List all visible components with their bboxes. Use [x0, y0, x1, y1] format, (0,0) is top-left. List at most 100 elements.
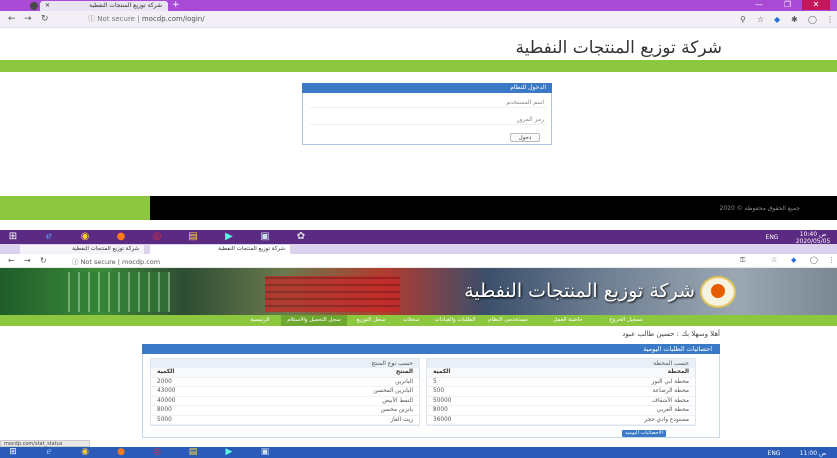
url-separator: |	[137, 15, 140, 23]
image-viewer-icon[interactable]: ▣	[256, 446, 274, 458]
product-cell: زيت الغاز	[250, 415, 419, 425]
table-row: 5000 زيت الغاز	[151, 415, 419, 425]
table-row: 500 محطة الرضاعة	[427, 386, 695, 397]
menu-icon[interactable]: ⋮	[826, 15, 834, 24]
tab-title: شركة توزيع المنتجات النفطية	[89, 2, 162, 9]
qty-cell: 40000	[151, 396, 251, 406]
table-row: 2000 البانزين	[151, 377, 419, 387]
firefox-icon[interactable]: ●	[112, 446, 130, 458]
star-icon[interactable]: ☆	[771, 256, 777, 264]
app-icon[interactable]: ✿	[292, 230, 310, 244]
not-secure-label: ⓘ Not secure	[88, 15, 135, 23]
table-row: 50000 محطة الأشقاف	[427, 396, 695, 406]
table-row: 40000 النفط الأبيض	[151, 396, 419, 406]
table-row: 36000 مستودع وادي حجر	[427, 415, 695, 425]
image-viewer-icon[interactable]: ▣	[256, 230, 274, 244]
logo-flame-icon	[711, 284, 725, 298]
ie-icon[interactable]: ℯ	[40, 230, 58, 244]
qty-header: الكمية	[427, 368, 521, 378]
puzzle-icon[interactable]: ✱	[791, 15, 798, 24]
back-icon[interactable]: ←	[8, 14, 16, 24]
url-text: mocdp.com	[122, 258, 161, 266]
nav-home[interactable]: الرئيسية	[243, 315, 277, 326]
browser2-tab-1[interactable]: شركة توزيع المنتجات النفطية	[20, 245, 144, 254]
new-tab-button[interactable]: +	[172, 1, 184, 10]
close-window-button[interactable]: ✕	[802, 0, 830, 10]
extension-icon[interactable]: ◆	[791, 256, 796, 264]
table-row: 5 محطة ابي النور	[427, 377, 695, 387]
nav-records[interactable]: سجلات	[395, 315, 427, 326]
qty-cell: 2000	[151, 377, 251, 387]
nav-distribution-log[interactable]: سجل التوزيع	[351, 315, 391, 326]
extension-icon[interactable]: ◆	[774, 15, 780, 24]
menu-icon[interactable]: ⋮	[828, 256, 835, 264]
browser2-tab-2[interactable]: شركة توزيع المنتجات النفطية	[150, 245, 290, 254]
zoom-icon[interactable]: ⚲	[740, 15, 746, 24]
login-box-title: الدخول للنظام	[302, 83, 552, 93]
product-cell: بانزين محسن	[250, 405, 419, 416]
ie-icon[interactable]: ℯ	[40, 446, 58, 458]
media-icon[interactable]: ▶	[220, 230, 238, 244]
back-icon[interactable]: ←	[8, 256, 15, 265]
forward-icon[interactable]: →	[24, 256, 31, 265]
browser-tab[interactable]: شركة توزيع المنتجات النفطية ✕	[40, 1, 168, 11]
nav-orders[interactable]: الطلبات والقيادات	[431, 315, 479, 326]
minimize-button[interactable]: —	[745, 0, 773, 10]
welcome-message: أهلا وسهلا بك : حسين طالب عبود	[622, 330, 720, 338]
pipes-graphic	[265, 276, 400, 312]
station-table: الكمية المحطة 5 محطة ابي النور 500 محطة …	[427, 368, 695, 425]
windows-start-icon[interactable]: ⊞	[4, 230, 22, 244]
url-input[interactable]: ⓘ Not secure | mocdp.com	[72, 256, 160, 266]
language-indicator[interactable]: ENG	[762, 450, 786, 457]
clock-time: 10:40 ص	[799, 231, 827, 238]
folder-icon[interactable]: ▤	[184, 446, 202, 458]
chrome-icon[interactable]: ◉	[76, 446, 94, 458]
url-input[interactable]: ⓘ Not secure | mocdp.com/login/	[88, 13, 708, 25]
forward-icon[interactable]: →	[24, 14, 32, 24]
nav-workspace[interactable]: حاضنة العمل	[537, 315, 599, 326]
daily-stats-button[interactable]: الاحصائيات اليومية	[622, 430, 666, 437]
nav-users[interactable]: مستخدمي النظام	[483, 315, 533, 326]
star-icon[interactable]: ☆	[757, 15, 764, 24]
nav-loading-log[interactable]: سجل التحميل والاستلام	[281, 315, 347, 326]
reload-icon[interactable]: ↻	[41, 14, 49, 24]
profile-icon[interactable]: ◯	[810, 256, 818, 264]
folder-icon[interactable]: ▤	[184, 230, 202, 244]
fuel-station-graphic	[60, 272, 170, 312]
login-button[interactable]: دخول	[510, 133, 540, 142]
table-header-row: الكمية المحطة	[427, 368, 695, 378]
close-tab-icon[interactable]: ✕	[45, 1, 50, 11]
url-separator: |	[117, 258, 120, 266]
password-input[interactable]: رمز المرور	[310, 114, 546, 125]
reload-icon[interactable]: ↻	[40, 256, 47, 265]
qty-header: الكمية	[151, 368, 251, 378]
nav-logout[interactable]: تسجيل الخروج	[603, 315, 649, 326]
taskbar-clock: 10:40 ص 2020/05/05	[790, 231, 836, 245]
media-icon[interactable]: ▶	[220, 446, 238, 458]
table-header-row: الكمية المنتج	[151, 368, 419, 378]
key-icon[interactable]: ⚿	[740, 256, 745, 265]
qty-cell: 50000	[427, 396, 521, 406]
maximize-button[interactable]: ❐	[773, 0, 802, 10]
product-cell: البانزين المحسن	[250, 386, 419, 397]
qty-cell: 500	[427, 386, 521, 397]
product-cell: النفط الأبيض	[250, 396, 419, 406]
profile-icon[interactable]: ◯	[808, 15, 817, 24]
firefox-icon[interactable]: ●	[112, 230, 130, 244]
station-cell: محطة الأشقاف	[520, 396, 695, 406]
qty-cell: 8000	[151, 405, 251, 416]
footer-copyright: 2020 © جميع الحقوق محفوظة	[719, 205, 800, 212]
chrome-icon[interactable]: ◉	[76, 230, 94, 244]
product-cell: البانزين	[250, 377, 419, 387]
language-indicator[interactable]: ENG	[760, 234, 784, 241]
opera-icon[interactable]: ◎	[148, 446, 166, 458]
qty-cell: 5000	[151, 415, 251, 425]
qty-cell: 43000	[151, 386, 251, 397]
table-row: 8000 محطة العربي	[427, 405, 695, 416]
opera-icon[interactable]: ◎	[148, 230, 166, 244]
username-input[interactable]: اسم المستخدم	[310, 97, 546, 108]
windows-start-icon[interactable]: ⊞	[4, 446, 22, 458]
station-cell: مستودع وادي حجر	[520, 415, 695, 425]
table-row: 8000 بانزين محسن	[151, 405, 419, 416]
site-title: شركة توزيع المنتجات النفطية	[515, 38, 722, 58]
